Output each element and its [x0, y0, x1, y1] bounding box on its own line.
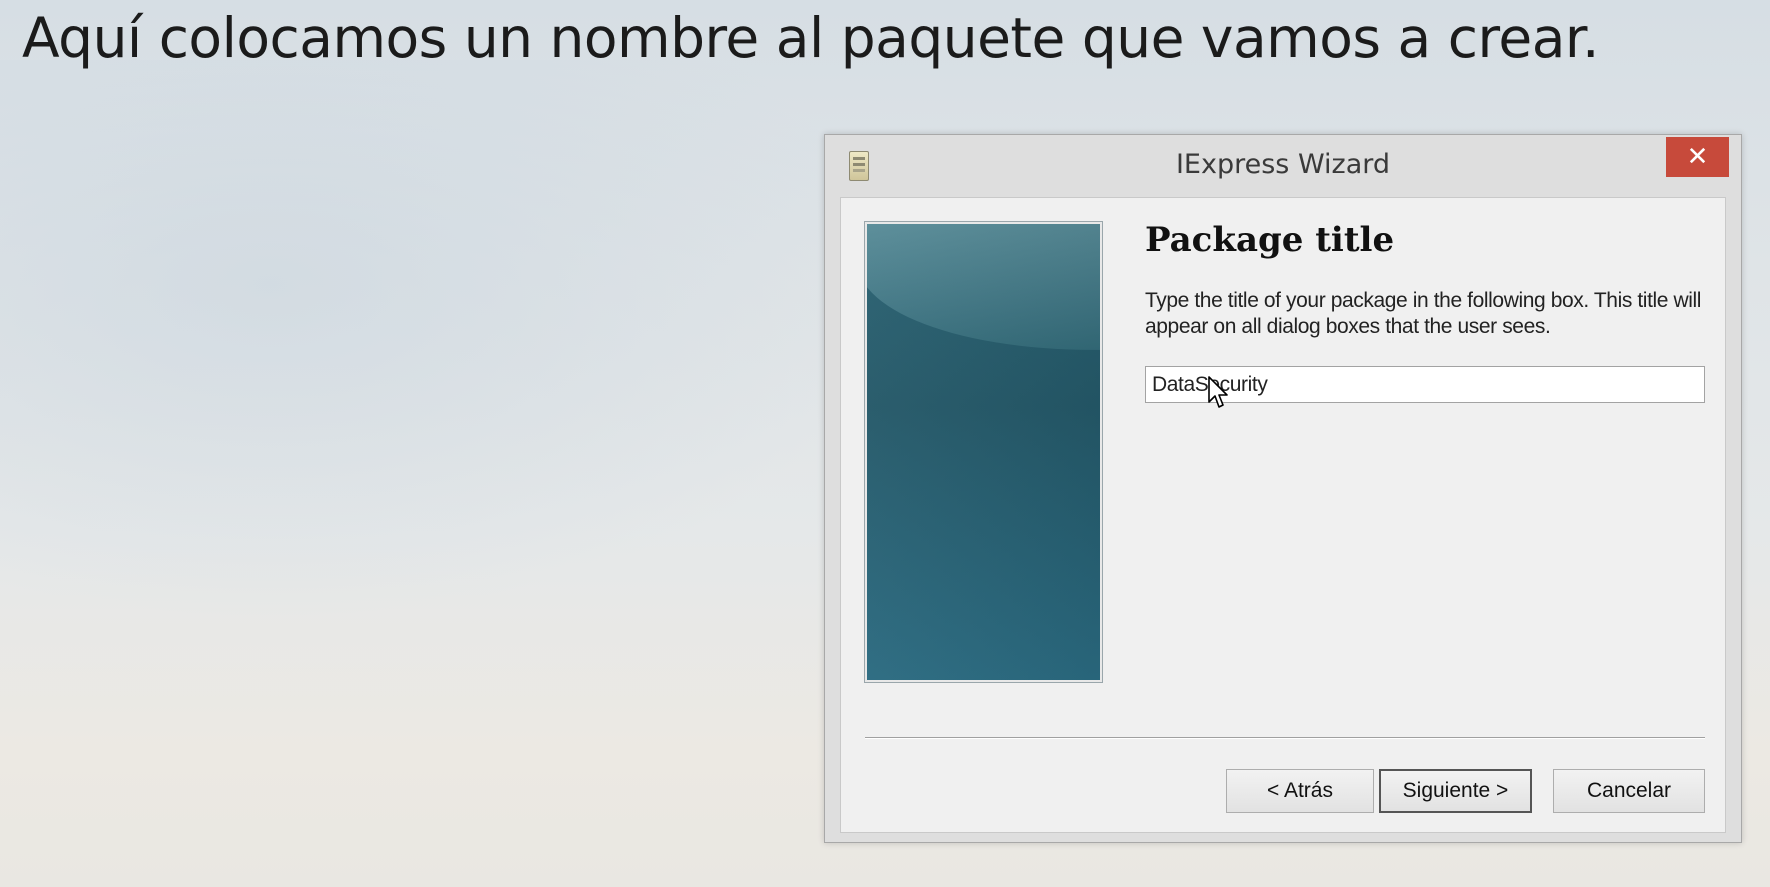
- page-title: Package title: [1145, 220, 1395, 260]
- close-icon: ✕: [1686, 142, 1709, 172]
- wizard-content: Package title Type the title of your pac…: [840, 197, 1726, 833]
- page-description: Type the title of your package in the fo…: [1145, 289, 1702, 338]
- back-button[interactable]: < Atrás: [1226, 769, 1374, 813]
- next-button[interactable]: Siguiente >: [1379, 769, 1532, 813]
- package-title-input[interactable]: [1145, 366, 1705, 403]
- iexpress-wizard-window: IExpress Wizard ✕ Package title Type the…: [824, 134, 1742, 843]
- close-button[interactable]: ✕: [1666, 137, 1729, 177]
- title-bar[interactable]: IExpress Wizard ✕: [825, 135, 1741, 199]
- mouse-cursor-icon: [1208, 376, 1228, 408]
- divider: [865, 737, 1705, 739]
- slide-heading: Aquí colocamos un nombre al paquete que …: [22, 6, 1599, 70]
- cancel-button[interactable]: Cancelar: [1553, 769, 1705, 813]
- background: [0, 60, 900, 620]
- window-title: IExpress Wizard: [1175, 149, 1391, 180]
- wizard-side-image: [865, 222, 1102, 682]
